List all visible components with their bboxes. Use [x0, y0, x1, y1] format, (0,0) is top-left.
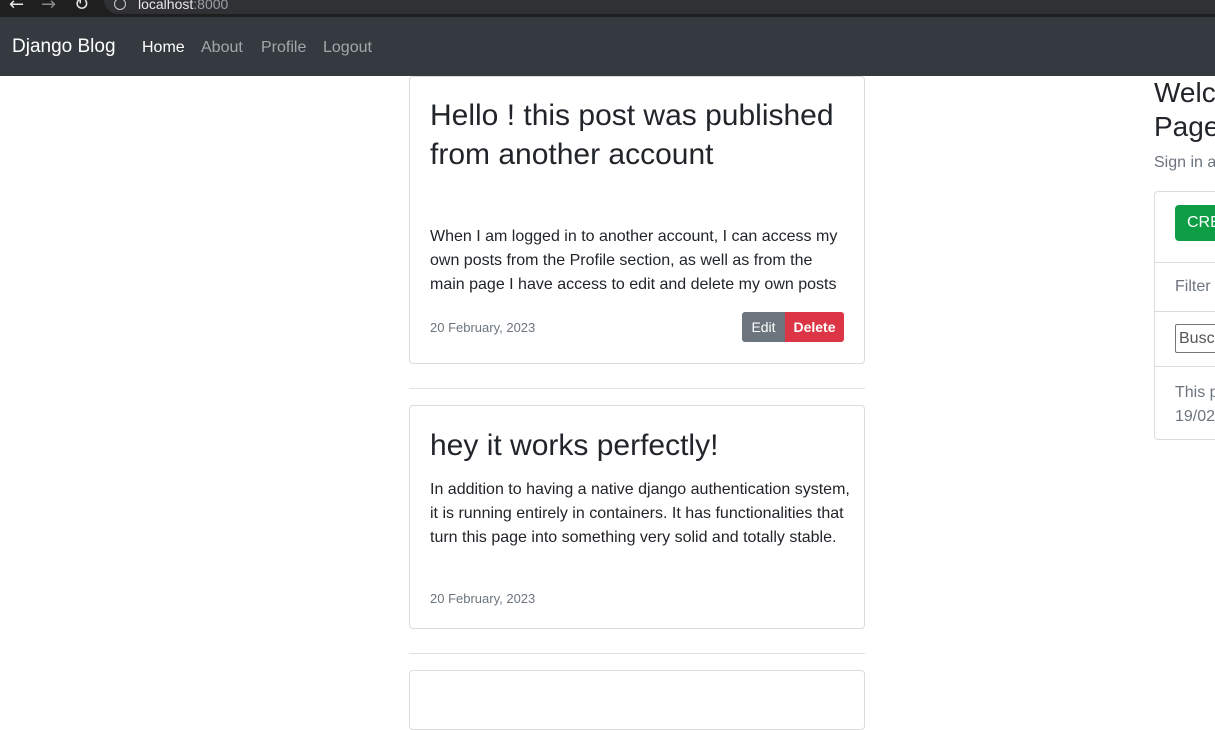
post-divider — [409, 388, 865, 389]
filter-label: Filter — [1175, 278, 1211, 295]
post-card: hey it works perfectly! In addition to h… — [409, 405, 865, 629]
navbar-brand[interactable]: Django Blog — [12, 36, 116, 58]
nav-link-about[interactable]: About — [201, 39, 243, 57]
browser-toolbar: ← → ↻ localhost:8000 — [0, 0, 1215, 17]
post-card — [409, 670, 865, 730]
post-divider — [409, 653, 865, 654]
address-url: localhost:8000 — [138, 0, 229, 12]
post-body: In addition to having a native django au… — [430, 481, 850, 546]
sidebar-lead: Sign in a — [1154, 154, 1215, 171]
reload-icon[interactable]: ↻ — [74, 0, 89, 15]
sidebar-footer-text: This p 19/02 — [1175, 384, 1215, 425]
nav-link-profile[interactable]: Profile — [261, 39, 306, 57]
sidebar-card: CREATE Filter This p 19/02 — [1154, 191, 1215, 440]
address-bar[interactable]: localhost:8000 — [104, 0, 1215, 14]
search-section — [1155, 312, 1215, 367]
site-info-icon[interactable] — [114, 0, 126, 10]
sidebar-title: Welc Page — [1154, 77, 1215, 142]
delete-button[interactable]: Delete — [785, 312, 844, 342]
nav-link-logout[interactable]: Logout — [323, 39, 372, 57]
filter-section: Filter — [1155, 263, 1215, 312]
post-date: 20 February, 2023 — [430, 591, 536, 606]
back-icon[interactable]: ← — [9, 0, 24, 15]
navbar: Django Blog Home About Profile Logout — [0, 17, 1215, 76]
post-title[interactable]: hey it works perfectly! — [430, 427, 850, 466]
create-post-button[interactable]: CREATE — [1175, 205, 1215, 241]
forward-icon[interactable]: → — [41, 0, 56, 15]
post-title[interactable]: Hello ! this post was published from ano… — [430, 97, 850, 174]
post-date: 20 February, 2023 — [430, 320, 536, 335]
edit-button[interactable]: Edit — [742, 312, 785, 342]
search-input[interactable] — [1175, 324, 1215, 353]
nav-link-home[interactable]: Home — [142, 39, 185, 57]
post-body: When I am logged in to another account, … — [430, 228, 838, 293]
create-section: CREATE — [1155, 192, 1215, 263]
post-card: Hello ! this post was published from ano… — [409, 76, 865, 364]
